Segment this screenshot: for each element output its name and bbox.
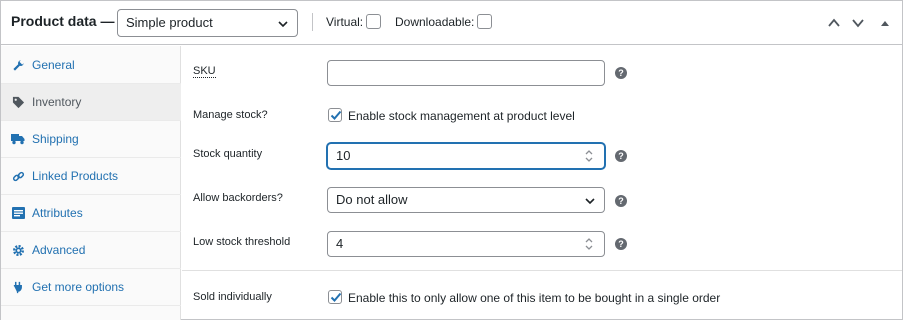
checkmark-icon [330,110,342,120]
tab-advanced[interactable]: Advanced [1,232,181,269]
low-stock-input[interactable]: 4 [327,231,605,257]
virtual-checkbox[interactable] [366,14,382,29]
section-divider [182,270,902,271]
sku-input[interactable] [327,60,605,86]
low-stock-label: Low stock threshold [193,236,291,248]
panel-header: Product data — Simple product Virtual: D… [1,1,902,45]
sku-label: SKU [193,65,216,78]
low-stock-value: 4 [336,236,344,251]
list-icon [11,206,25,220]
panel-title: Product data — [11,13,115,29]
product-type-select[interactable]: Simple product [117,9,298,37]
gear-icon [11,243,25,257]
move-up-icon[interactable] [826,15,842,31]
stock-quantity-input[interactable]: 10 [327,143,605,169]
tab-inventory[interactable]: Inventory [1,84,181,121]
manage-stock-checkbox-label: Enable stock management at product level [348,109,575,123]
tab-linked-products[interactable]: Linked Products [1,158,181,195]
product-data-panel: Product data — Simple product Virtual: D… [0,0,903,320]
sold-individually-label: Sold individually [193,291,272,303]
sold-individually-checkbox[interactable] [328,290,342,304]
truck-icon [11,132,25,146]
backorders-label: Allow backorders? [193,192,283,204]
link-icon [11,169,25,183]
move-down-icon[interactable] [850,15,866,31]
manage-stock-checkbox[interactable] [328,108,342,122]
tab-general[interactable]: General [1,47,181,84]
backorders-select[interactable]: Do not allow [327,187,605,213]
backorders-help-icon[interactable]: ? [615,195,627,207]
downloadable-checkbox[interactable] [477,14,493,29]
downloadable-label: Downloadable: [395,14,475,29]
header-divider [312,13,313,31]
chevron-down-icon [585,198,595,205]
stock-quantity-help-icon[interactable]: ? [615,150,627,162]
low-stock-help-icon[interactable]: ? [615,238,627,250]
tab-label: Linked Products [32,169,119,183]
stock-quantity-label: Stock quantity [193,148,263,160]
tab-label: General [32,58,75,72]
virtual-toggle[interactable]: Virtual: [326,14,382,29]
tab-label: Get more options [32,280,125,294]
backorders-value: Do not allow [336,192,408,207]
collapse-toggle-icon[interactable] [877,15,893,31]
downloadable-toggle[interactable]: Downloadable: [395,14,493,29]
tab-label: Advanced [32,243,86,257]
tab-label: Shipping [32,132,79,146]
product-data-tabs: General Inventory Shipping Linked Produc… [1,46,181,320]
tab-attributes[interactable]: Attributes [1,195,181,232]
virtual-label: Virtual: [326,14,364,29]
tab-shipping[interactable]: Shipping [1,121,181,158]
sold-individually-checkbox-label: Enable this to only allow one of this it… [348,291,721,305]
number-spinner-icon[interactable] [584,148,594,164]
checkmark-icon [330,292,342,302]
tag-icon [11,95,25,109]
number-spinner-icon[interactable] [584,236,594,252]
manage-stock-label: Manage stock? [193,109,268,121]
product-type-value: Simple product [126,15,213,30]
wrench-icon [11,58,25,72]
sku-help-icon[interactable]: ? [615,67,627,79]
tab-label: Inventory [32,95,82,109]
chevron-down-icon [278,21,288,28]
stock-quantity-value: 10 [336,148,351,163]
plug-icon [11,280,25,294]
tab-get-more-options[interactable]: Get more options [1,269,181,306]
tab-label: Attributes [32,206,83,220]
